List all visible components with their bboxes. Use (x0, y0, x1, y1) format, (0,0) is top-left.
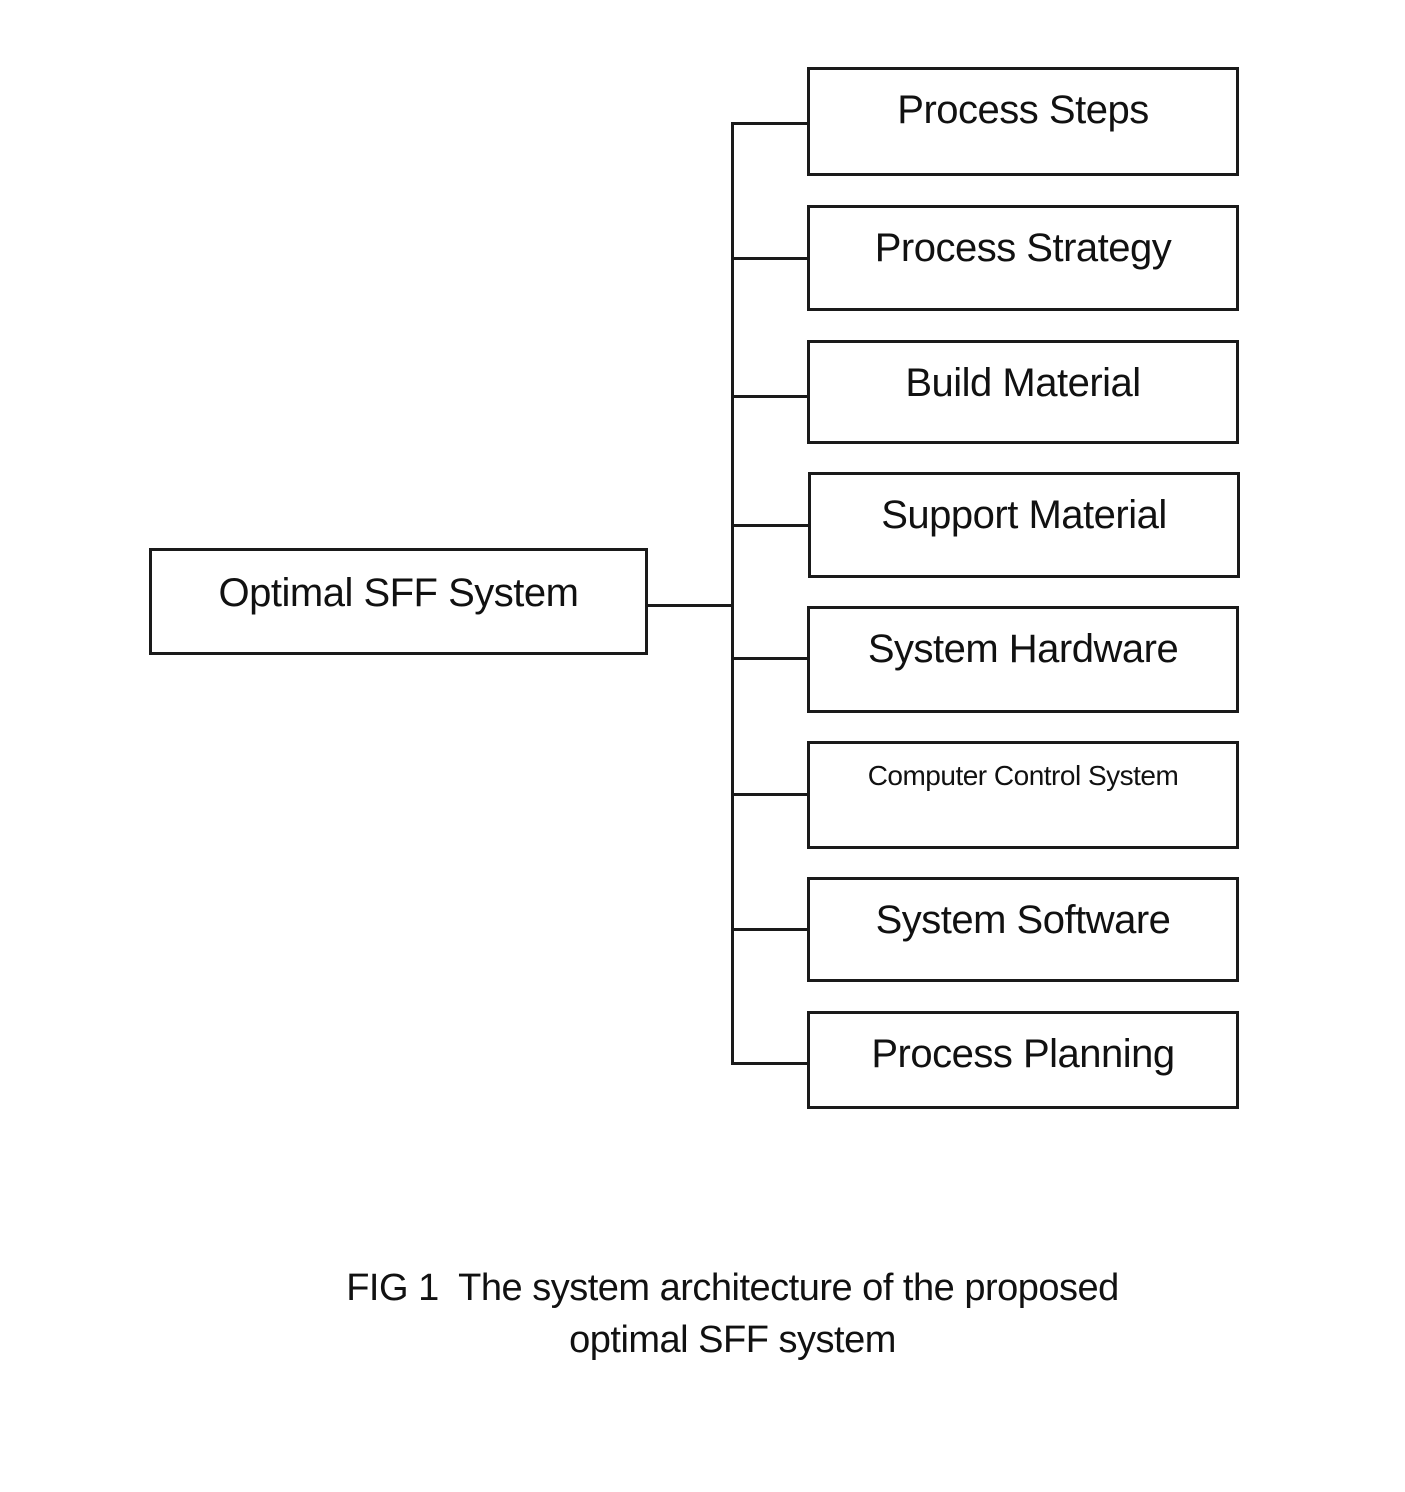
child-node-box: Support Material (808, 472, 1240, 578)
child-node-label: Support Material (881, 493, 1167, 537)
child-node-label: Process Steps (897, 88, 1149, 132)
caption-line-1: FIG 1 The system architecture of the pro… (346, 1267, 1119, 1309)
child-node-box: Computer Control System (807, 741, 1239, 849)
child-node-box: Build Material (807, 340, 1239, 444)
branch-connector (731, 257, 808, 260)
child-node-label: Build Material (905, 361, 1141, 405)
caption-line-2: optimal SFF system (569, 1319, 896, 1361)
child-node-box: System Hardware (807, 606, 1239, 713)
branch-connector (731, 793, 808, 796)
root-connector (648, 604, 732, 607)
branch-connector (731, 524, 808, 527)
child-node-box: System Software (807, 877, 1239, 982)
root-node-label: Optimal SFF System (218, 571, 579, 615)
child-node-label: System Hardware (867, 627, 1179, 671)
branch-connector (731, 395, 808, 398)
branch-connector (731, 657, 808, 660)
child-node-box: Process Strategy (807, 205, 1239, 311)
vertical-trunk (731, 122, 734, 1065)
child-node-label: Process Strategy (874, 226, 1172, 270)
child-node-box: Process Steps (807, 67, 1239, 176)
branch-connector (731, 1062, 808, 1065)
child-node-label: System Software (875, 898, 1171, 942)
root-node-box: Optimal SFF System (149, 548, 648, 655)
branch-connector (731, 928, 808, 931)
child-node-label: Computer Control System (867, 760, 1179, 791)
child-node-box: Process Planning (807, 1011, 1239, 1109)
figure-caption: FIG 1 The system architecture of the pro… (0, 1262, 1405, 1366)
branch-connector (731, 122, 808, 125)
child-node-label: Process Planning (871, 1032, 1175, 1076)
